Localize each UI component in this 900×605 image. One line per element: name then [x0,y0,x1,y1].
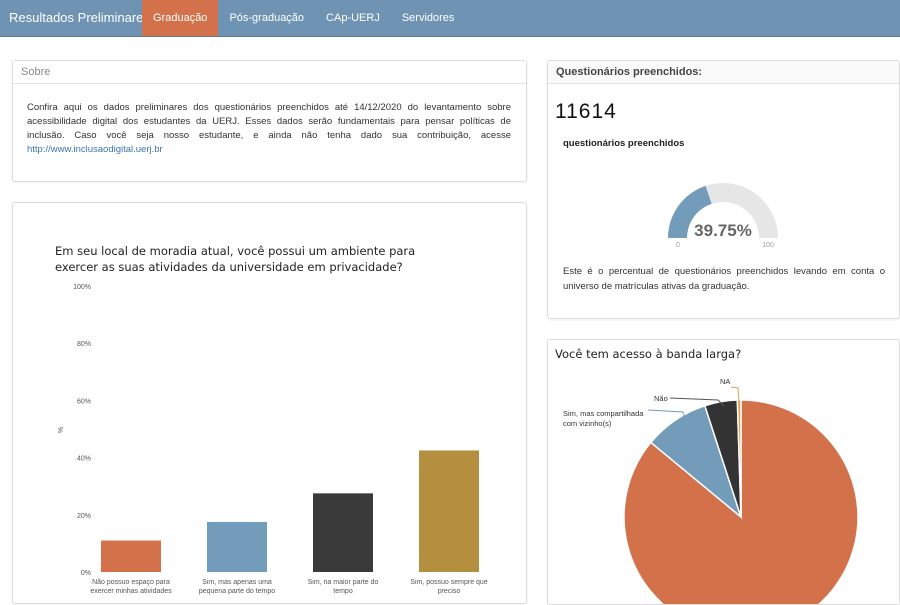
tab-pos-graduacao[interactable]: Pós-graduação [218,0,315,36]
x-tick-label: Sim, possuo sempre que [410,579,488,586]
tab-graduacao[interactable]: Graduação [142,0,219,36]
privacy-chart-panel: Em seu local de moradia atual, você poss… [12,202,527,604]
y-axis-label: % [58,427,65,433]
brand-title[interactable]: Resultados Preliminares [9,0,150,36]
navbar: Resultados Preliminares Graduação Pós-gr… [0,0,900,37]
bar[interactable] [101,540,161,572]
x-tick-label: pequena parte do tempo [199,588,275,595]
about-heading: Sobre [13,61,526,84]
about-paragraph: Confira aqui os dados preliminares dos q… [27,102,511,141]
gauge-value-label: 39.75% [694,221,752,240]
pie-slice-label: NA [720,377,730,386]
about-panel: Sobre Confira aqui os dados preliminares… [12,60,527,182]
questionnaires-heading: Questionários preenchidos: [548,61,899,84]
questionnaires-panel: Questionários preenchidos: 11614 questio… [547,60,900,319]
questionnaires-count: 11614 [555,100,617,123]
percentage-description: Este é o percentual de questionários pre… [563,266,885,292]
broadband-chart-panel: Você tem acesso à banda larga? Sim, mas … [547,339,900,605]
y-tick-label: 80% [77,341,91,348]
bar[interactable] [207,521,267,572]
x-tick-label: Não possuo espaço para [92,579,170,586]
broadband-pie-chart: Sim, mas compartilhadacom vizinho(s) Não N… [563,377,859,604]
gauge-min-label: 0 [676,242,680,249]
y-tick-label: 40% [77,456,91,463]
pie-slice-label: Não [654,394,668,403]
gauge-chart: 39.75% 0 100 [668,183,778,249]
y-tick-label: 100% [73,284,91,291]
pie-slice-label: Sim, mas compartilhada [563,409,644,418]
x-tick-label: exercer minhas atividades [90,588,172,595]
x-tick-label: Sim, mas apenas uma [202,579,272,586]
y-tick-label: 60% [77,398,91,405]
y-tick-label: 0% [81,570,91,577]
tab-cap-uerj[interactable]: CAp-UERJ [315,0,391,36]
bar[interactable] [419,450,479,572]
x-tick-label: tempo [333,588,353,595]
bar[interactable] [313,493,373,572]
x-tick-label: preciso [438,588,461,595]
about-text: Confira aqui os dados preliminares dos q… [27,101,511,157]
pie-slice-label: com vizinho(s) [563,419,612,428]
y-tick-label: 20% [77,513,91,520]
tab-servidores[interactable]: Servidores [391,0,466,36]
nav-tabs: Graduação Pós-graduação CAp-UERJ Servido… [142,0,465,36]
gauge-max-label: 100 [762,242,774,249]
inclusao-link[interactable]: http://www.inclusaodigital.uerj.br [27,144,163,155]
questionnaires-caption: questionários preenchidos [563,138,685,149]
x-tick-label: Sim, na maior parte do [308,579,379,586]
privacy-bar-chart: 0% 20% 40% 60% 80% 100%% Não possuo espaço par… [58,284,488,595]
